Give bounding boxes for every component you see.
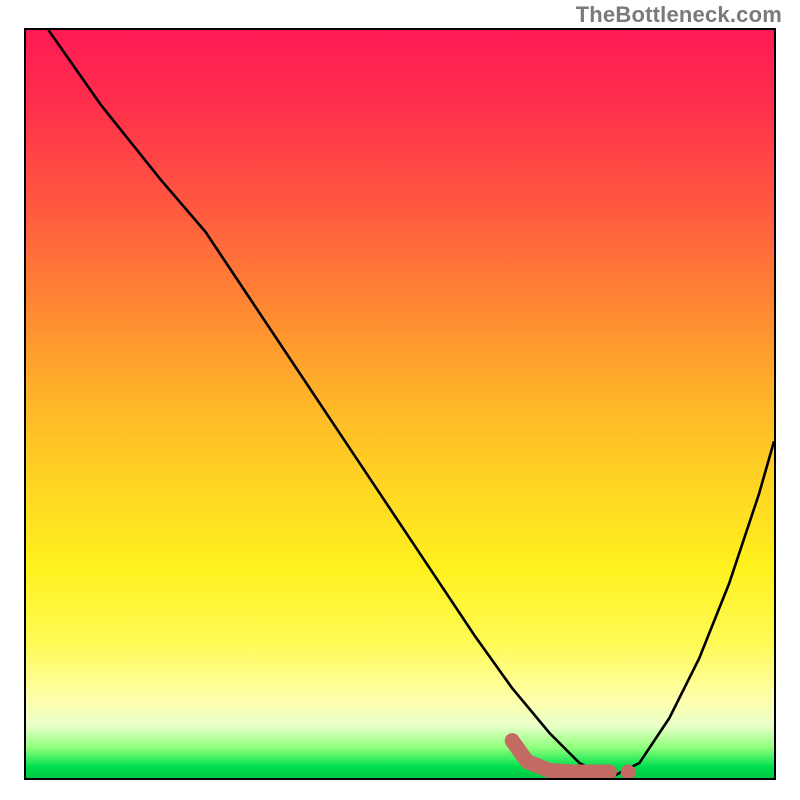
plot-area [24, 28, 776, 780]
chart-svg [26, 30, 774, 778]
chart-frame: TheBottleneck.com [0, 0, 800, 800]
bottleneck-curve [48, 30, 774, 778]
watermark-text: TheBottleneck.com [576, 2, 782, 28]
